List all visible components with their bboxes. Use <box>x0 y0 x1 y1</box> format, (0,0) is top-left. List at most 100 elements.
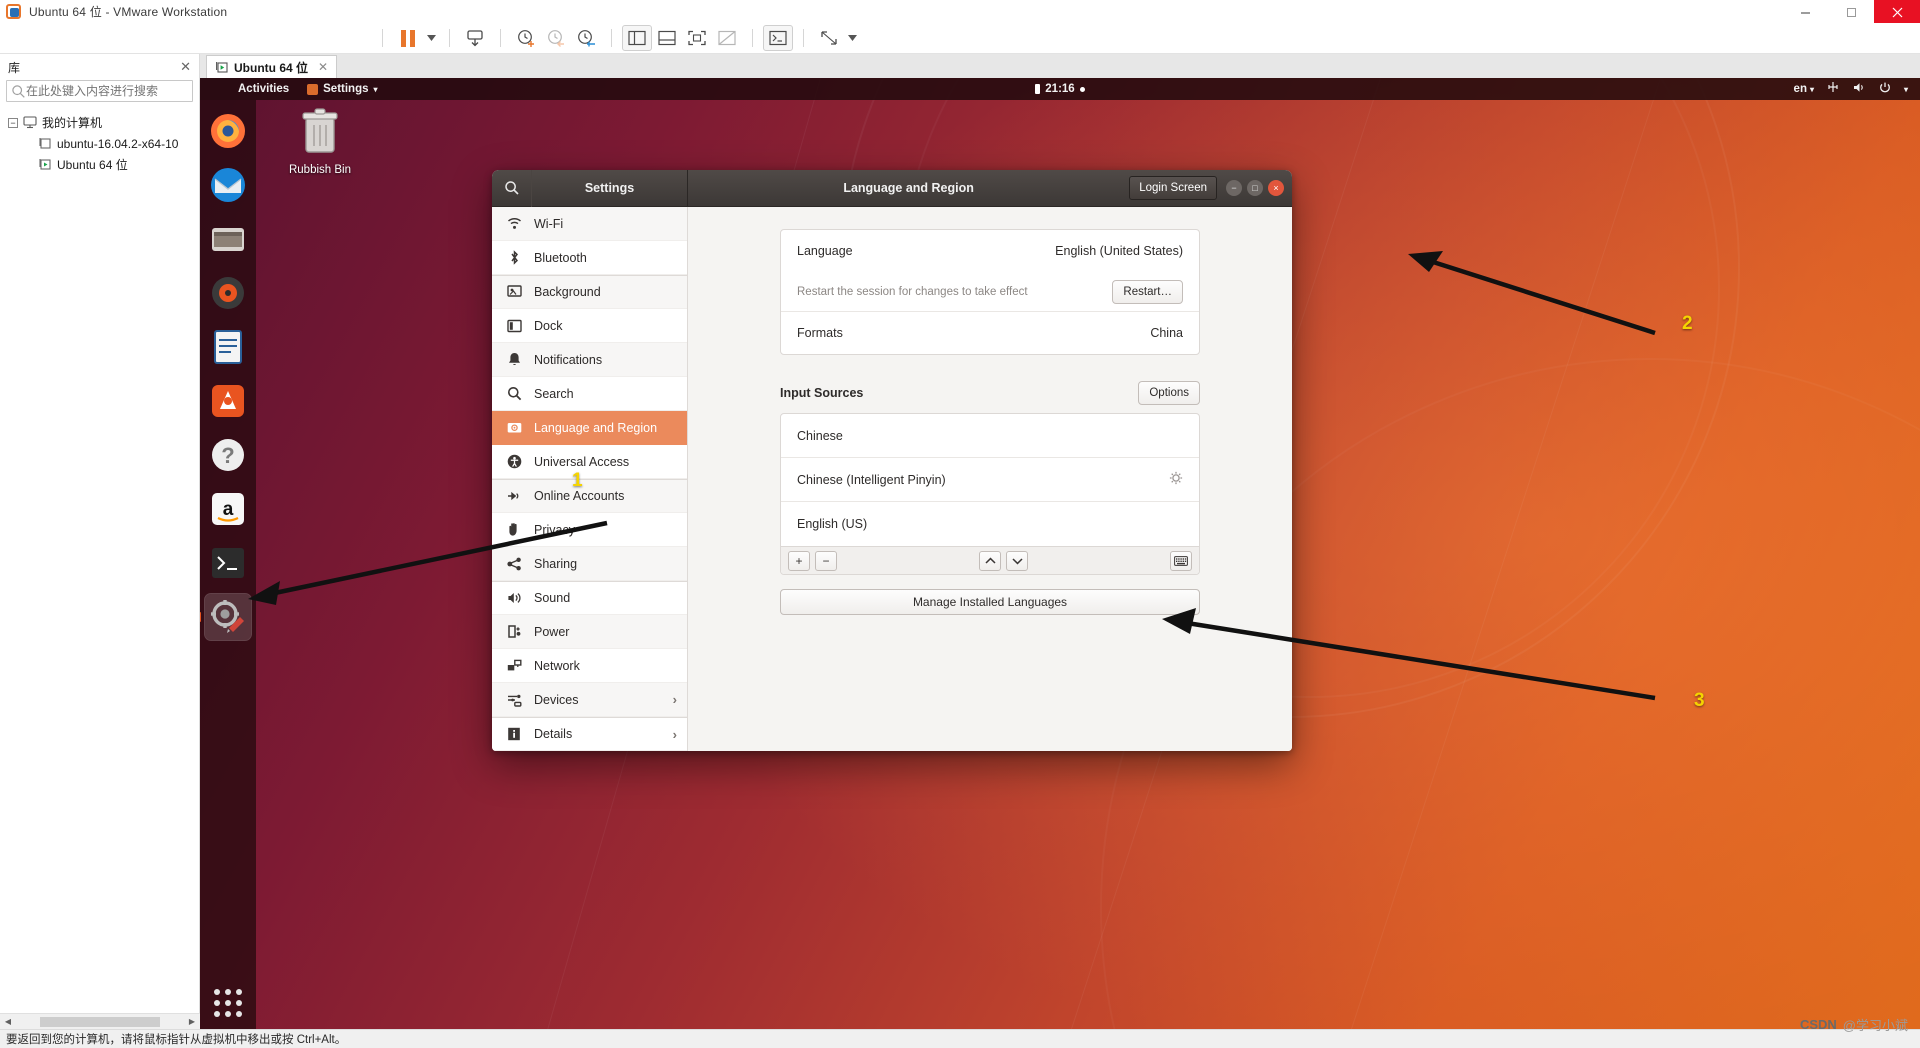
tree-item-ubuntu-64[interactable]: Ubuntu 64 位 <box>0 154 199 175</box>
sidebar-item-sharing[interactable]: Sharing <box>492 547 687 581</box>
library-search-input[interactable] <box>26 84 188 98</box>
sidebar-item-search[interactable]: Search <box>492 377 687 411</box>
panel-status-area: en ▾ ▾ <box>1794 81 1908 97</box>
list-item[interactable]: Chinese (Intelligent Pinyin) <box>781 458 1199 502</box>
scroll-right-icon[interactable]: ▶ <box>184 1017 200 1026</box>
activities-button[interactable]: Activities <box>238 83 289 95</box>
sidebar-item-notifications[interactable]: Notifications <box>492 343 687 377</box>
network-icon[interactable] <box>1826 81 1840 97</box>
dock-item-amazon[interactable]: a <box>205 486 251 532</box>
sidebar-item-universal-access[interactable]: Universal Access <box>492 445 687 479</box>
twisty-collapse-icon[interactable]: − <box>8 117 18 128</box>
snapshot-revert-icon[interactable] <box>541 25 571 51</box>
sidebar-item-network[interactable]: Network <box>492 649 687 683</box>
dock-item-terminal[interactable] <box>205 540 251 586</box>
dock-item-files[interactable] <box>205 216 251 262</box>
sidebar-item-dock[interactable]: Dock <box>492 309 687 343</box>
restart-button[interactable]: Restart… <box>1112 279 1183 304</box>
library-header: 库 ✕ <box>0 54 199 80</box>
formats-row[interactable]: Formats China <box>781 312 1199 354</box>
scrollbar-thumb[interactable] <box>40 1016 160 1027</box>
show-library-icon[interactable] <box>622 25 652 51</box>
settings-sidebar: Wi-Fi Bluetooth Background Dock Notifica… <box>492 207 688 751</box>
tree-item-ubuntu-1604[interactable]: ubuntu-16.04.2-x64-10 <box>0 133 199 154</box>
maximize-button[interactable] <box>1828 0 1874 24</box>
sidebar-item-background[interactable]: Background <box>492 275 687 309</box>
sidebar-item-online-accounts[interactable]: Online Accounts <box>492 479 687 513</box>
move-up-button[interactable] <box>979 550 1001 571</box>
panel-clock[interactable]: 21:16 <box>990 83 1130 95</box>
sidebar-item-bluetooth[interactable]: Bluetooth <box>492 241 687 275</box>
sidebar-item-label: Dock <box>534 318 563 333</box>
settings-content: Language English (United States) Restart… <box>688 207 1292 751</box>
dock-item-rhythmbox[interactable] <box>205 270 251 316</box>
tab-close-icon[interactable]: ✕ <box>318 60 328 74</box>
search-icon[interactable] <box>492 170 532 207</box>
tree-item-my-computer[interactable]: − 我的计算机 <box>0 112 199 133</box>
watermark: CSDN @学习小斌 <box>1800 1015 1908 1034</box>
settings-maximize-button[interactable]: □ <box>1247 180 1263 196</box>
remove-input-source-button[interactable]: − <box>815 550 837 571</box>
snapshot-take-icon[interactable] <box>511 25 541 51</box>
app-menu-settings[interactable]: Settings ▾ <box>307 83 378 95</box>
settings-close-button[interactable]: × <box>1268 180 1284 196</box>
sidebar-item-language-and-region[interactable]: Language and Region <box>492 411 687 445</box>
sidebar-item-details[interactable]: Details › <box>492 717 687 751</box>
dock-item-thunderbird[interactable] <box>205 162 251 208</box>
stretch-guest-icon[interactable] <box>814 25 844 51</box>
language-row[interactable]: Language English (United States) <box>781 230 1199 272</box>
chevron-down-icon: ▾ <box>1809 84 1814 94</box>
dock-item-firefox[interactable] <box>205 108 251 154</box>
close-button[interactable] <box>1874 0 1920 24</box>
desktop-icon-rubbish-bin[interactable]: Rubbish Bin <box>278 106 362 177</box>
dock-item-libreoffice-writer[interactable] <box>205 324 251 370</box>
preferences-gear-icon[interactable] <box>1169 471 1183 488</box>
chevron-down-icon[interactable]: ▾ <box>1904 85 1908 94</box>
power-icon[interactable] <box>1878 81 1892 97</box>
sidebar-item-label: Network <box>534 658 580 673</box>
fullscreen-icon[interactable] <box>682 25 712 51</box>
snapshot-manager-icon[interactable] <box>571 25 601 51</box>
pause-dropdown-caret-icon[interactable] <box>423 25 439 51</box>
sidebar-item-label: Sharing <box>534 556 578 571</box>
dock-item-ubuntu-software[interactable] <box>205 378 251 424</box>
sidebar-item-power[interactable]: Power <box>492 615 687 649</box>
sidebar-item-wi-fi[interactable]: Wi-Fi <box>492 207 687 241</box>
send-ctrl-alt-del-icon[interactable] <box>460 25 490 51</box>
move-down-button[interactable] <box>1006 550 1028 571</box>
library-close-icon[interactable]: ✕ <box>180 59 191 75</box>
list-item[interactable]: English (US) <box>781 502 1199 546</box>
keyboard-layout-indicator[interactable]: en ▾ <box>1794 83 1814 95</box>
privacy-hand-icon <box>506 522 522 538</box>
show-keyboard-layout-button[interactable] <box>1170 550 1192 571</box>
sidebar-item-sound[interactable]: Sound <box>492 581 687 615</box>
show-thumbnails-icon[interactable] <box>652 25 682 51</box>
show-applications-icon[interactable] <box>209 989 247 1017</box>
sidebar-item-devices[interactable]: Devices › <box>492 683 687 717</box>
sidebar-item-privacy[interactable]: Privacy <box>492 513 687 547</box>
vmware-window-controls <box>1782 0 1920 24</box>
scroll-left-icon[interactable]: ◀ <box>0 1017 16 1026</box>
settings-sidebar-title: Settings <box>584 181 635 195</box>
login-screen-button[interactable]: Login Screen <box>1129 176 1217 200</box>
tab-ubuntu-64[interactable]: Ubuntu 64 位 ✕ <box>206 55 338 78</box>
settings-minimize-button[interactable]: − <box>1226 180 1242 196</box>
volume-icon[interactable] <box>1852 81 1866 97</box>
minimize-button[interactable] <box>1782 0 1828 24</box>
pause-icon[interactable] <box>393 25 423 51</box>
library-search-box[interactable] <box>6 80 193 102</box>
add-input-source-button[interactable]: + <box>788 550 810 571</box>
vm-running-icon <box>38 158 52 171</box>
tree-item-label: ubuntu-16.04.2-x64-10 <box>57 136 179 151</box>
manage-installed-languages-button[interactable]: Manage Installed Languages <box>780 589 1200 615</box>
dock-item-help[interactable]: ? <box>205 432 251 478</box>
library-horizontal-scrollbar[interactable]: ◀ ▶ <box>0 1013 200 1029</box>
dock-item-settings[interactable] <box>204 593 252 641</box>
search-icon <box>506 386 522 402</box>
stretch-dropdown-caret-icon[interactable] <box>844 25 860 51</box>
background-icon <box>506 284 522 300</box>
input-sources-options-button[interactable]: Options <box>1138 381 1200 405</box>
list-item[interactable]: Chinese <box>781 414 1199 458</box>
unity-mode-icon[interactable] <box>712 25 742 51</box>
console-view-icon[interactable] <box>763 25 793 51</box>
